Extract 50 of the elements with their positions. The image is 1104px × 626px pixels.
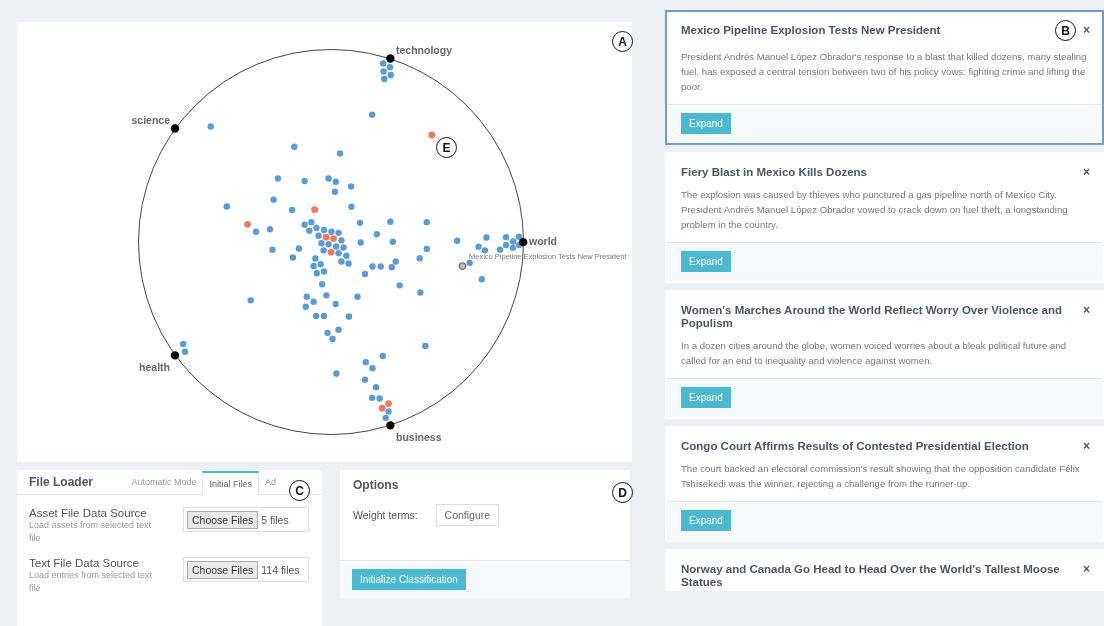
close-icon[interactable]: × — [1083, 440, 1090, 452]
tab[interactable]: Initial Files — [202, 471, 259, 495]
choose-files-button[interactable]: Choose Files — [187, 560, 259, 579]
article-card[interactable] — [665, 426, 1104, 542]
anchor-point[interactable] — [386, 54, 395, 63]
file-count: 114 files — [261, 563, 300, 576]
anchor-label: business — [396, 431, 442, 443]
article-title: Norway and Canada Go Head to Head Over the World's Tallest Moose Statues — [681, 563, 1061, 589]
close-icon[interactable]: × — [1083, 304, 1090, 316]
article-title: Women's Marches Around the World Reflect Worry Over Violence and Populism — [681, 304, 1064, 330]
article-card[interactable] — [665, 290, 1104, 419]
article-summary: In a dozen cities around the globe, women voiced worries about a bleak political future and called for an end to inequality and violence against women. — [680, 339, 1068, 368]
file-input[interactable]: Choose Files 5 files — [183, 507, 309, 532]
anchor-label: science — [131, 114, 170, 126]
source-description: Load entries from selected text file — [29, 569, 154, 595]
article-title: Congo Court Affirms Results of Contested Presidential Election — [681, 440, 1030, 453]
panel-title: Options — [353, 478, 399, 492]
anchor-label: world — [529, 235, 557, 247]
file-input[interactable]: Choose Files 114 files — [183, 557, 309, 582]
anchor-label: health — [139, 361, 170, 373]
article-card[interactable] — [665, 152, 1104, 283]
anchor-point[interactable] — [170, 124, 180, 133]
annotation-marker: D — [612, 482, 633, 503]
weight-terms-label: Weight terms: — [353, 509, 418, 521]
annotation-marker: E — [436, 137, 457, 158]
article-card[interactable] — [665, 10, 1104, 145]
article-title: Fiery Blast in Mexico Kills Dozens — [681, 166, 868, 179]
close-icon[interactable]: × — [1083, 24, 1090, 36]
annotation-marker: C — [289, 480, 310, 501]
article-card[interactable]: Norway and Canada Go Head to Head Over the World's Tallest Moose Statues × — [665, 549, 1104, 591]
close-icon[interactable]: × — [1083, 563, 1090, 575]
configure-button[interactable]: Configure — [435, 504, 500, 526]
anchor-point[interactable] — [386, 421, 395, 430]
annotation-marker: B — [1055, 20, 1076, 41]
anchor-point[interactable] — [519, 237, 528, 247]
close-icon[interactable]: × — [1083, 166, 1090, 178]
article-title: Mexico Pipeline Explosion Tests New President — [681, 24, 942, 37]
highlighted-point[interactable] — [458, 262, 467, 270]
article-summary: President Andrés Manuel López Obrador's response to a blast that killed dozens, many stealing fuel, has exposed a central tension between two of his policy vows: fighting crime and lifting the poor. — [680, 50, 1088, 94]
source-description: Load assets from selected text file — [29, 519, 153, 545]
anchor-point[interactable] — [170, 351, 180, 360]
file-count: 5 files — [261, 513, 289, 526]
article-summary: The court backed an electoral commission's result showing that the opposition candidate Félix Tshisekedi was the winner, rejecting a challenge from the runner-up. — [680, 462, 1081, 491]
article-summary: The explosion was caused by thieves who punctured a gas pipeline north of Mexico City. President Andrés Manuel López Obrador vowed to crack down on fuel theft, a longstanding problem in the country. — [680, 188, 1069, 232]
annotation-marker: A — [612, 31, 633, 52]
source-title: Asset File Data Source — [29, 507, 148, 519]
panel-title: File Loader — [29, 475, 93, 489]
choose-files-button[interactable]: Choose Files — [187, 510, 259, 529]
source-title: Text File Data Source — [29, 557, 140, 569]
anchor-label: technology — [396, 44, 452, 56]
